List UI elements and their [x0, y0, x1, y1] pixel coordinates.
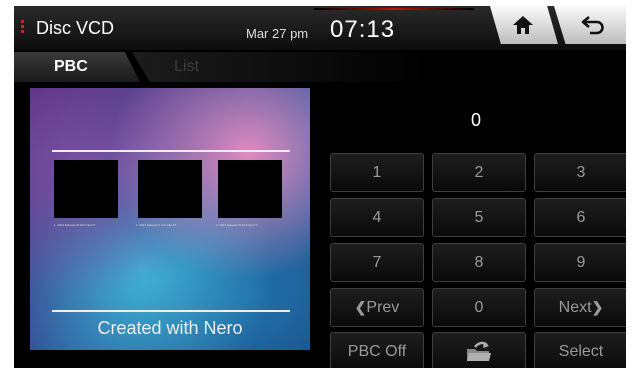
chapter-thumbnail-2[interactable] [138, 160, 202, 218]
date-label: Mar 27 pm [246, 26, 309, 41]
chapter-thumbnail-1[interactable] [54, 160, 118, 218]
accent-line [314, 8, 474, 10]
tab-bar: List PBC [14, 52, 434, 82]
pbc-off-button[interactable]: PBC Off [330, 332, 424, 368]
key-7[interactable]: 7 [330, 243, 424, 282]
tab-pbc[interactable]: PBC [14, 52, 140, 82]
key-8[interactable]: 8 [432, 243, 526, 282]
home-button[interactable] [490, 6, 558, 44]
video-caption: Created with Nero [97, 318, 243, 338]
menu-bottom-line [52, 310, 290, 312]
video-preview[interactable]: 1. 2001 Episode I8 ACI Clip.FT 2. 2001 E… [30, 88, 310, 350]
chapter-caption-1: 1. 2001 Episode I8 ACI Clip.FT [54, 223, 96, 227]
clock-time: 07:13 [330, 16, 396, 43]
eject-folder-icon [467, 341, 491, 361]
chapter-caption-3: 3. 2001 Episode III ACI Clip.FT [216, 223, 258, 227]
key-6[interactable]: 6 [534, 198, 626, 237]
app-title: Disc VCD [36, 18, 115, 38]
key-0[interactable]: 0 [432, 288, 526, 327]
key-9[interactable]: 9 [534, 243, 626, 282]
prev-button[interactable]: ❮ Prev [330, 288, 424, 327]
menu-top-line [52, 150, 290, 152]
key-3[interactable]: 3 [534, 153, 626, 192]
chevron-right-icon: ❯ [591, 299, 604, 315]
select-button[interactable]: Select [534, 332, 626, 368]
key-1[interactable]: 1 [330, 153, 424, 192]
chapter-thumbnail-3[interactable] [218, 160, 282, 218]
head-unit-screen: Disc VCD Mar 27 pm 07:13 List PBC 1. 200… [14, 6, 626, 368]
eject-folder-button[interactable] [432, 332, 526, 368]
tab-list-label: List [174, 58, 199, 75]
prev-label: Prev [366, 298, 400, 316]
key-2[interactable]: 2 [432, 153, 526, 192]
track-number-display: 0 [470, 110, 481, 130]
nav-buttons [482, 6, 626, 50]
back-button[interactable] [554, 6, 626, 44]
key-5[interactable]: 5 [432, 198, 526, 237]
tab-list[interactable]: List [132, 52, 432, 82]
home-icon [513, 16, 533, 34]
tab-pbc-label: PBC [54, 58, 88, 75]
title-bar: Disc VCD Mar 27 pm 07:13 [14, 6, 626, 50]
chevron-left-icon: ❮ [354, 299, 367, 315]
next-button[interactable]: Next ❯ [534, 288, 626, 327]
menu-dots-icon[interactable] [21, 20, 24, 36]
chapter-caption-2: 2. 2001 Episode II ACI Clip.FT [136, 223, 177, 227]
key-4[interactable]: 4 [330, 198, 424, 237]
back-arrow-icon [581, 16, 604, 35]
next-label: Next [558, 298, 592, 316]
